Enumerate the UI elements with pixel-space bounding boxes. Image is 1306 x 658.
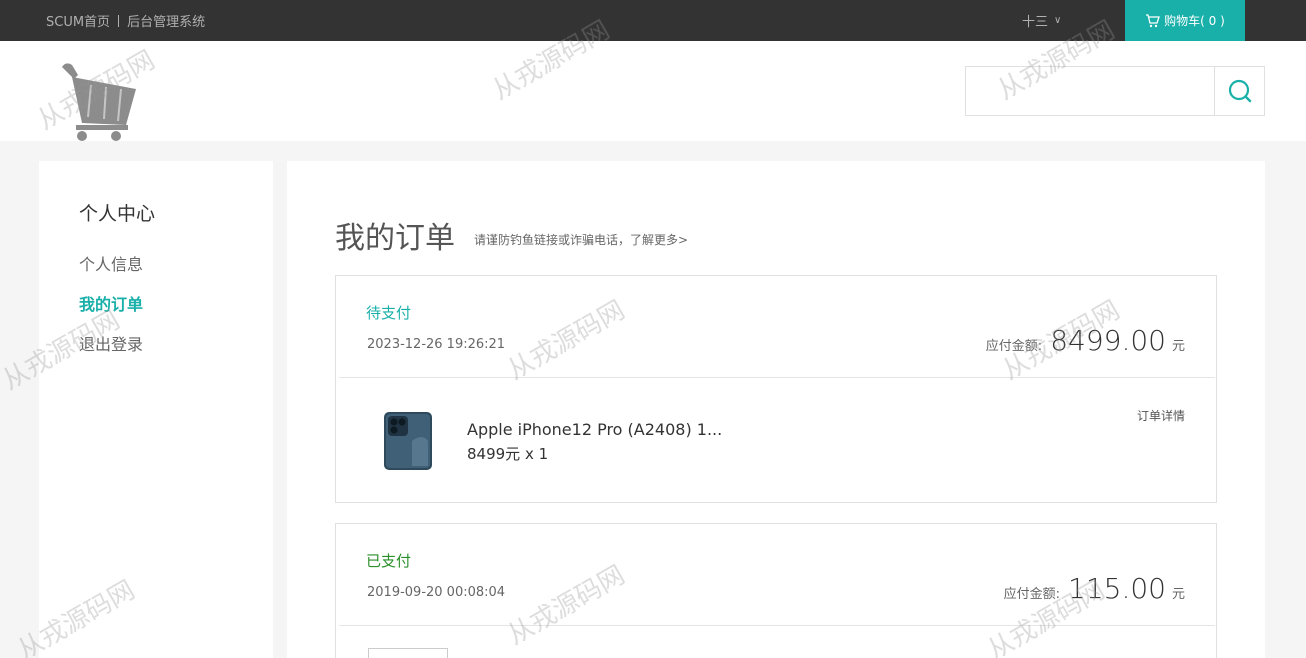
- product-image[interactable]: [368, 648, 448, 658]
- product-price: 8499元 x 1: [467, 445, 549, 463]
- order-status: 已支付: [366, 552, 412, 570]
- order-status: 待支付: [366, 304, 412, 322]
- sidebar-title: 个人中心: [79, 203, 156, 225]
- product-image[interactable]: [382, 411, 434, 471]
- sidebar-item-orders[interactable]: 我的订单: [79, 291, 143, 315]
- security-notice-link[interactable]: 请谨防钓鱼链接或诈骗电话，了解更多>: [474, 231, 688, 248]
- page-title: 我的订单: [335, 221, 455, 256]
- username: 十三: [1022, 15, 1049, 30]
- search-icon: [1228, 79, 1251, 103]
- sidebar-item-logout[interactable]: 退出登录: [79, 331, 143, 355]
- admin-link[interactable]: 后台管理系统: [127, 11, 205, 30]
- order-total: 应付金额: 115.00 元: [1004, 572, 1185, 605]
- sidebar: 个人中心 个人信息 我的订单 退出登录: [39, 161, 273, 658]
- order-card: 待支付 2023-12-26 19:26:21 应付金额: 8499.00 元 …: [335, 275, 1217, 503]
- search-input[interactable]: [965, 66, 1215, 116]
- user-menu[interactable]: 十三 ∨: [1022, 0, 1061, 41]
- divider: [339, 377, 1215, 378]
- order-date: 2019-09-20 00:08:04: [367, 585, 506, 600]
- currency-unit: 元: [1171, 587, 1185, 602]
- sidebar-item-profile[interactable]: 个人信息: [79, 251, 143, 275]
- top-bar: SCUM首页 后台管理系统 十三 ∨ 购物车( 0 ): [0, 0, 1306, 41]
- site-header: [0, 41, 1306, 141]
- cart-label: 购物车( 0 ): [1164, 14, 1225, 28]
- shopping-cart-logo[interactable]: [56, 59, 142, 143]
- order-total: 应付金额: 8499.00 元: [986, 324, 1185, 357]
- main-panel: 我的订单 请谨防钓鱼链接或诈骗电话，了解更多> 待支付 2023-12-26 1…: [287, 161, 1265, 658]
- order-date: 2023-12-26 19:26:21: [367, 337, 506, 352]
- divider: [118, 14, 120, 27]
- currency-unit: 元: [1171, 339, 1185, 354]
- chevron-down-icon: ∨: [1054, 15, 1062, 26]
- total-amount: 8499.00: [1050, 324, 1166, 357]
- search-button[interactable]: [1214, 66, 1265, 116]
- total-label: 应付金额:: [985, 339, 1043, 354]
- order-card: 已支付 2019-09-20 00:08:04 应付金额: 115.00 元: [335, 523, 1217, 658]
- product-name[interactable]: Apple iPhone12 Pro (A2408) 1...: [467, 420, 722, 439]
- total-amount: 115.00: [1068, 572, 1166, 605]
- cart-icon: [1146, 13, 1161, 27]
- top-links: SCUM首页 后台管理系统: [46, 0, 205, 41]
- order-detail-link[interactable]: 订单详情: [1137, 407, 1185, 424]
- home-link[interactable]: SCUM首页: [46, 11, 110, 30]
- cart-button[interactable]: 购物车( 0 ): [1125, 0, 1245, 41]
- total-label: 应付金额:: [1003, 587, 1060, 602]
- divider: [339, 625, 1215, 626]
